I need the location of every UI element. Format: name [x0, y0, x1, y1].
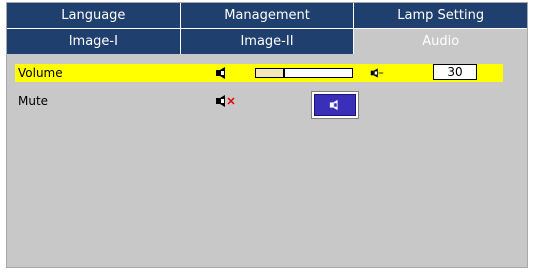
speaker-icon	[216, 67, 225, 79]
speaker-icon	[329, 99, 338, 111]
volume-slider-fill	[256, 69, 285, 77]
volume-row[interactable]: Volume 30	[15, 64, 503, 82]
tab-image-ii[interactable]: Image-II	[180, 29, 355, 54]
tab-language[interactable]: Language	[7, 3, 181, 28]
volume-slider[interactable]	[255, 68, 353, 78]
mute-toggle-button[interactable]	[311, 91, 359, 119]
mute-button-face	[314, 94, 356, 116]
volume-value: 30	[433, 64, 477, 80]
osd-menu-panel: Language Management Lamp Setting Image-I…	[6, 2, 528, 268]
mute-label: Mute	[18, 94, 49, 108]
speaker-muted-icon	[216, 95, 235, 107]
top-tab-row: Language Management Lamp Setting	[7, 3, 528, 28]
volume-label: Volume	[18, 66, 63, 80]
tab-image-i[interactable]: Image-I	[7, 29, 181, 54]
tab-audio[interactable]: Audio	[354, 29, 528, 54]
tab-management[interactable]: Management	[180, 3, 355, 28]
mute-row[interactable]: Mute	[15, 91, 503, 119]
second-tab-row: Image-I Image-II Audio	[7, 29, 528, 54]
tab-lamp-setting[interactable]: Lamp Setting	[354, 3, 528, 28]
speaker-loud-icon	[370, 68, 384, 78]
